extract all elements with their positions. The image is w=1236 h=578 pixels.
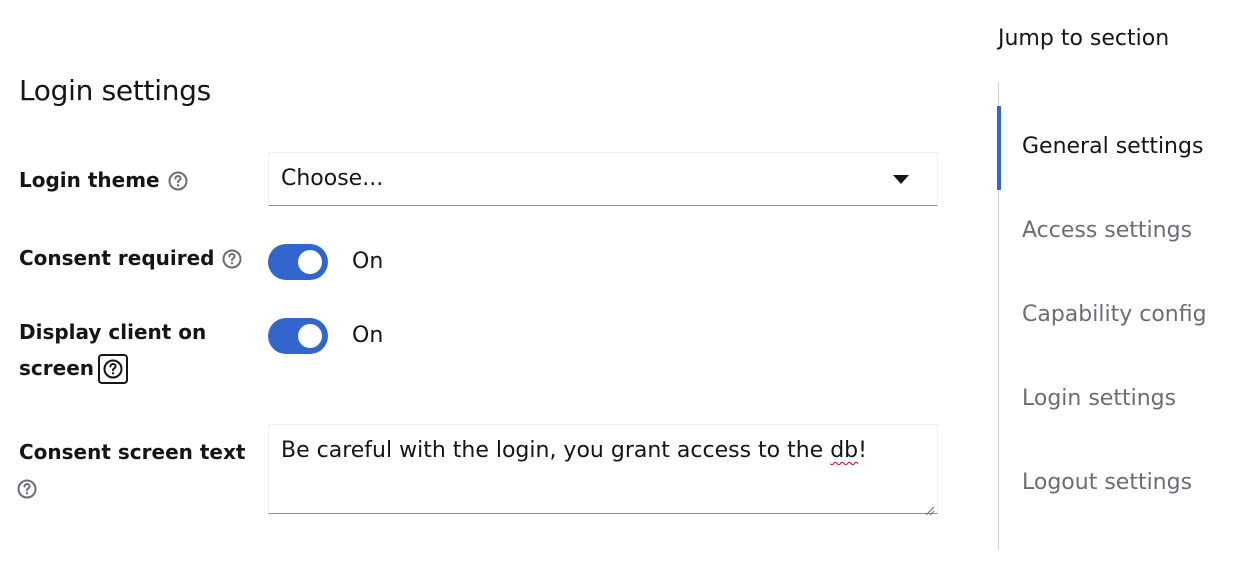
toggle-knob xyxy=(298,250,322,274)
display-client-help-icon[interactable] xyxy=(98,353,128,384)
caret-down-icon xyxy=(893,175,909,184)
consent-required-help-icon[interactable] xyxy=(222,249,242,269)
display-client-label-second-line: screen xyxy=(19,350,128,386)
misspelled-word: db xyxy=(830,438,859,463)
login-theme-label: Login theme xyxy=(19,162,188,198)
login-theme-help-icon[interactable] xyxy=(168,171,188,191)
jump-to-section-title: Jump to section xyxy=(998,26,1170,51)
jump-item-access-settings[interactable]: Access settings xyxy=(1022,218,1192,243)
consent-text-value-end: ! xyxy=(858,438,867,463)
consent-text-value-start: Be careful with the login, you grant acc… xyxy=(281,438,831,463)
consent-text-value: Be careful with the login, you grant acc… xyxy=(281,438,867,463)
consent-required-toggle[interactable] xyxy=(268,244,328,280)
resize-handle-icon[interactable] xyxy=(925,501,935,516)
section-title: Login settings xyxy=(19,74,211,107)
consent-text-label-text: Consent screen text xyxy=(19,440,246,464)
display-client-state: On xyxy=(352,323,384,348)
jump-item-login-settings[interactable]: Login settings xyxy=(1022,386,1176,411)
display-client-label: Display client on xyxy=(19,314,206,350)
consent-required-label-text: Consent required xyxy=(19,246,215,270)
jump-active-indicator xyxy=(997,106,1001,190)
jump-item-logout-settings[interactable]: Logout settings xyxy=(1022,470,1192,495)
consent-text-label: Consent screen text xyxy=(19,434,245,470)
login-theme-selected-value: Choose... xyxy=(281,166,384,191)
login-settings-page: Login settings Login theme Choose... Con… xyxy=(0,0,1236,578)
consent-text-help-icon[interactable] xyxy=(17,479,37,499)
display-client-label-line2: screen xyxy=(19,356,94,380)
consent-text-textarea[interactable]: Be careful with the login, you grant acc… xyxy=(268,424,938,516)
jump-item-general-settings[interactable]: General settings xyxy=(1022,134,1203,159)
consent-required-label: Consent required xyxy=(19,240,242,276)
login-theme-select[interactable]: Choose... xyxy=(268,152,938,206)
display-client-label-line1: Display client on xyxy=(19,320,207,344)
jump-item-capability-config[interactable]: Capability config xyxy=(1022,302,1207,327)
login-theme-label-text: Login theme xyxy=(19,168,160,192)
toggle-knob xyxy=(298,324,322,348)
consent-required-state: On xyxy=(352,249,384,274)
display-client-toggle[interactable] xyxy=(268,318,328,354)
